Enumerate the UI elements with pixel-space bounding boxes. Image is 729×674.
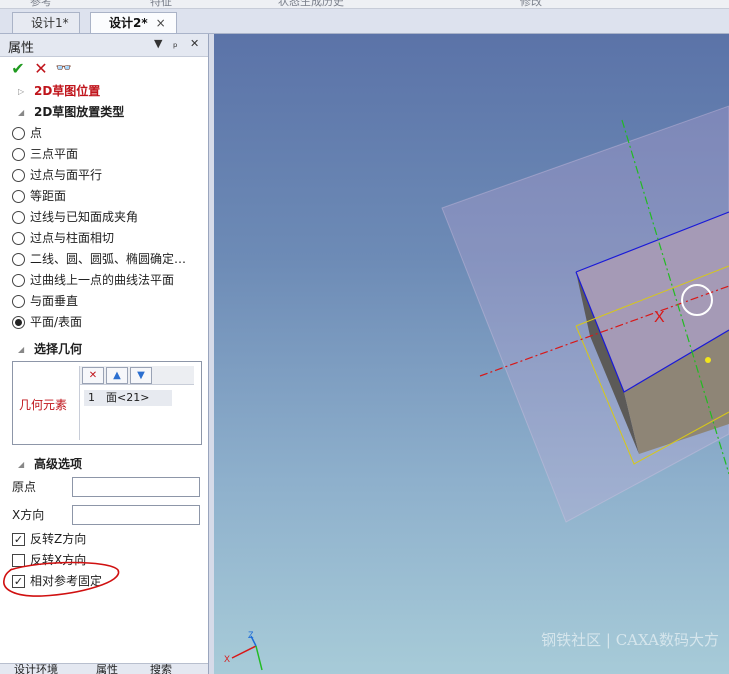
move-up-icon[interactable]: ▲	[106, 367, 128, 384]
cancel-x-icon[interactable]: ✕	[31, 59, 51, 79]
placement-options: 点 三点平面 过点与面平行 等距面 过线与已知面成夹角 过点与柱面相切 二线、圆…	[0, 123, 208, 333]
collapse-arrow-icon: ◢	[18, 108, 25, 117]
origin-label: 原点	[12, 480, 37, 494]
ok-check-icon[interactable]: ✔	[8, 59, 28, 79]
radio-button-selected[interactable]	[12, 316, 25, 329]
expand-arrow-icon: ▷	[18, 87, 25, 96]
origin-input[interactable]	[72, 477, 200, 497]
delete-icon[interactable]: ✕	[82, 367, 104, 384]
radio-button[interactable]	[12, 127, 25, 140]
tab-design1[interactable]: 设计1*	[12, 12, 80, 33]
item-index: 1	[88, 391, 95, 404]
placement-option[interactable]: 过线与已知面成夹角	[0, 207, 208, 228]
preview-glasses-icon[interactable]: 👓	[54, 59, 74, 79]
watermark: 钢铁社区 | CAXA数码大方	[541, 631, 719, 649]
top-column-strip: 参考 特征 状态生成历史 修改	[0, 0, 729, 9]
triad-z-label: Z	[248, 630, 254, 640]
triad-y	[255, 645, 263, 671]
radio-button[interactable]	[12, 274, 25, 287]
document-tab-bar: 设计1* 设计2* ×	[0, 9, 729, 34]
red-highlight-circle	[3, 561, 120, 597]
reverse-z-option[interactable]: ✓ 反转Z方向	[0, 529, 208, 550]
column-header: 参考	[30, 0, 52, 8]
placement-option[interactable]: 平面/表面	[0, 312, 208, 333]
origin-row: 原点	[0, 475, 208, 499]
geometry-item[interactable]: 1 面<21>	[84, 390, 172, 406]
column-header: 特征	[150, 0, 172, 8]
section-select-geometry[interactable]: ◢ 选择几何	[0, 339, 208, 360]
placement-option[interactable]: 过点与柱面相切	[0, 228, 208, 249]
radio-button[interactable]	[12, 295, 25, 308]
panel-toolbar: ✔ ✕ 👓	[0, 57, 208, 81]
radio-button[interactable]	[12, 148, 25, 161]
close-panel-icon[interactable]: ✕	[190, 37, 199, 50]
panel-bottom-tabs: 设计环境 属性 搜索	[0, 663, 208, 674]
radio-button[interactable]	[12, 253, 25, 266]
x-axis-label: X	[654, 309, 665, 326]
placement-option[interactable]: 与面垂直	[0, 291, 208, 312]
radio-button[interactable]	[12, 211, 25, 224]
section-advanced-options[interactable]: ◢ 高级选项	[0, 454, 208, 475]
dropdown-icon[interactable]: ▼	[154, 37, 162, 50]
placement-option[interactable]: 三点平面	[0, 144, 208, 165]
panel-title: 属性	[8, 41, 35, 56]
x-direction-label: X方向	[12, 508, 45, 522]
placement-option[interactable]: 过曲线上一点的曲线法平面	[0, 270, 208, 291]
section-2d-sketch-position[interactable]: ▷ 2D草图位置	[0, 81, 208, 102]
move-down-icon[interactable]: ▼	[130, 367, 152, 384]
column-header: 状态生成历史	[278, 0, 344, 8]
triad-x	[231, 645, 257, 659]
x-direction-input[interactable]	[72, 505, 200, 525]
geometry-area: 几何元素 ✕ ▲ ▼ 1 面<21>	[0, 360, 208, 446]
3d-viewport[interactable]: X Z X 钢铁社区 | CAXA数码大方	[214, 34, 729, 674]
pick-point	[705, 357, 711, 363]
placement-option[interactable]: 点	[0, 123, 208, 144]
tab-design2[interactable]: 设计2* ×	[90, 12, 177, 33]
geometry-label: 几何元素	[19, 398, 68, 412]
geometry-box: 几何元素 ✕ ▲ ▼ 1 面<21>	[12, 361, 202, 445]
triad-x-label: X	[224, 654, 230, 664]
panel-header: 属性 ▼ ₚ ✕	[0, 34, 208, 57]
pin-icon[interactable]: ₚ	[173, 37, 178, 50]
placement-option[interactable]: 二线、圆、圆弧、椭圆确定…	[0, 249, 208, 270]
x-direction-row: X方向	[0, 503, 208, 527]
collapse-arrow-icon: ◢	[18, 345, 25, 354]
radio-button[interactable]	[12, 232, 25, 245]
column-header: 修改	[520, 0, 542, 8]
radio-button[interactable]	[12, 169, 25, 182]
placement-option[interactable]: 等距面	[0, 186, 208, 207]
radio-button[interactable]	[12, 190, 25, 203]
close-icon[interactable]: ×	[156, 16, 166, 30]
section-placement-type[interactable]: ◢ 2D草图放置类型	[0, 102, 208, 123]
tab-design-env[interactable]: 设计环境	[14, 664, 58, 674]
checkbox-checked[interactable]: ✓	[12, 533, 25, 546]
geometry-list: ✕ ▲ ▼ 1 面<21>	[79, 366, 194, 440]
collapse-arrow-icon: ◢	[18, 460, 25, 469]
item-value: 面<21>	[106, 391, 150, 404]
properties-panel: 属性 ▼ ₚ ✕ ✔ ✕ 👓 ▷ 2D草图位置 ◢ 2D草图放置类型 点 三点平面 …	[0, 34, 209, 674]
placement-option[interactable]: 过点与面平行	[0, 165, 208, 186]
scene: X Z X	[224, 105, 729, 671]
tab-search[interactable]: 搜索	[150, 664, 172, 674]
tab-properties[interactable]: 属性	[96, 664, 118, 674]
geometry-toolbar: ✕ ▲ ▼	[80, 366, 194, 385]
